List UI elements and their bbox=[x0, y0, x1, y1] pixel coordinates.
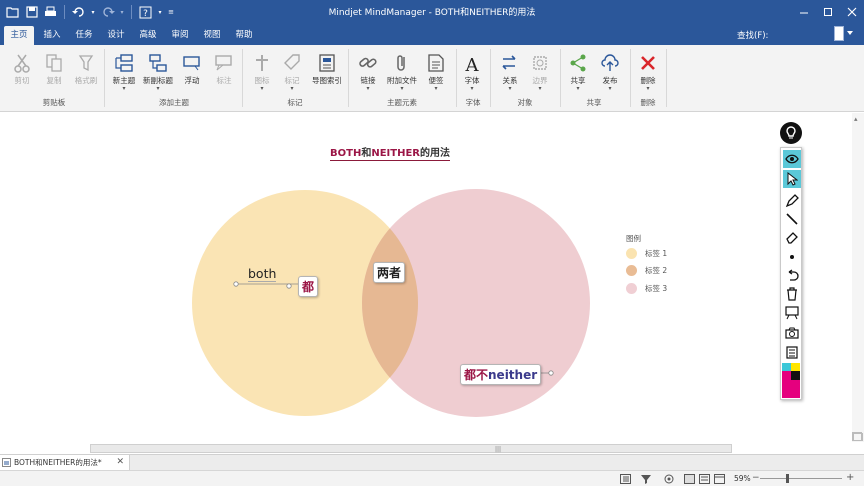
legend-item[interactable]: 标签 3 bbox=[626, 282, 667, 294]
legend-item[interactable]: 标签 1 bbox=[626, 247, 667, 259]
zoom-out-icon[interactable]: − bbox=[752, 473, 760, 483]
color-swatch[interactable] bbox=[791, 371, 800, 380]
topic-liangzhe[interactable]: 两者 bbox=[373, 262, 406, 283]
color-swatch[interactable] bbox=[791, 363, 800, 371]
clipboard-icon[interactable] bbox=[783, 343, 801, 361]
topic-du[interactable]: 都 bbox=[298, 276, 319, 297]
color-swatch[interactable] bbox=[782, 363, 791, 371]
focus-icon[interactable] bbox=[664, 474, 680, 484]
legend-swatch bbox=[626, 264, 637, 276]
venn-diagram bbox=[192, 189, 590, 417]
zoom-in-icon[interactable]: + bbox=[846, 472, 854, 483]
zoom-slider-thumb[interactable] bbox=[786, 474, 789, 483]
list-view-icon[interactable] bbox=[699, 474, 710, 484]
annotation-toolbar bbox=[780, 147, 802, 400]
pointer-icon[interactable] bbox=[783, 170, 801, 188]
document-tab-name: BOTH和NEITHER的用法* bbox=[14, 458, 102, 467]
split-view-icon[interactable] bbox=[852, 432, 862, 441]
title-part-usage: 的用法 bbox=[419, 148, 450, 159]
map-view-icon[interactable] bbox=[684, 474, 695, 484]
legend-swatch bbox=[626, 282, 637, 294]
title-part-and: 和 bbox=[361, 148, 372, 159]
legend-label: 标签 3 bbox=[645, 283, 668, 293]
calendar-view-icon[interactable] bbox=[714, 474, 725, 484]
undo-stroke-icon[interactable] bbox=[783, 266, 801, 284]
app-window: ▾ ▾ ? ▾ ≡ Mindjet MindManager - BOTH和NEI… bbox=[0, 0, 864, 486]
close-tab-icon[interactable]: ✕ bbox=[116, 457, 124, 467]
document-tab-bar: BOTH和NEITHER的用法* ✕ bbox=[0, 454, 864, 470]
topic-neither: neither bbox=[488, 368, 538, 382]
whiteboard-icon[interactable] bbox=[783, 304, 801, 322]
scroll-up-icon[interactable]: ▴ bbox=[854, 115, 858, 123]
legend-label: 标签 2 bbox=[645, 265, 668, 275]
line-icon[interactable] bbox=[783, 210, 801, 228]
map-central-topic[interactable]: BOTH和NEITHER的用法 bbox=[330, 144, 450, 161]
legend-swatch bbox=[626, 247, 637, 259]
trash-icon[interactable] bbox=[783, 285, 801, 303]
eraser-icon[interactable] bbox=[783, 228, 801, 246]
horizontal-scrollbar[interactable]: ||| bbox=[90, 444, 732, 453]
color-swatch[interactable] bbox=[782, 371, 791, 380]
dot-size-icon[interactable] bbox=[783, 248, 801, 266]
scroll-thumb-grip-icon[interactable]: ||| bbox=[495, 446, 501, 453]
outline-view-icon[interactable] bbox=[620, 474, 631, 484]
legend-label: 标签 1 bbox=[645, 248, 668, 258]
document-tab[interactable]: BOTH和NEITHER的用法* ✕ bbox=[0, 455, 130, 470]
status-bar: 59% − + bbox=[0, 470, 864, 486]
color-palette[interactable] bbox=[782, 363, 800, 398]
topic-both[interactable]: both bbox=[248, 266, 277, 282]
connector-node bbox=[286, 283, 292, 289]
zoom-level: 59% bbox=[734, 474, 751, 483]
legend-title: 图例 bbox=[626, 234, 641, 243]
zoom-slider[interactable] bbox=[760, 478, 842, 479]
color-swatch[interactable] bbox=[782, 380, 800, 398]
eye-icon[interactable] bbox=[783, 150, 801, 168]
title-part-neither: NEITHER bbox=[371, 148, 420, 159]
connector-node bbox=[233, 281, 239, 287]
connector-node bbox=[548, 370, 554, 376]
vertical-scrollbar[interactable]: ▴ bbox=[852, 113, 864, 442]
filter-icon[interactable] bbox=[640, 474, 654, 484]
legend-item[interactable]: 标签 2 bbox=[626, 264, 667, 276]
mindmap-doc-icon bbox=[2, 458, 11, 467]
pen-icon[interactable] bbox=[783, 192, 801, 210]
camera-icon[interactable] bbox=[783, 324, 801, 342]
topic-dubu: 都不 bbox=[464, 368, 489, 382]
pen-tool-toggle-icon[interactable] bbox=[780, 122, 802, 144]
topic-dubu-neither[interactable]: 都不neither bbox=[460, 364, 542, 385]
title-part-both: BOTH bbox=[330, 148, 362, 159]
